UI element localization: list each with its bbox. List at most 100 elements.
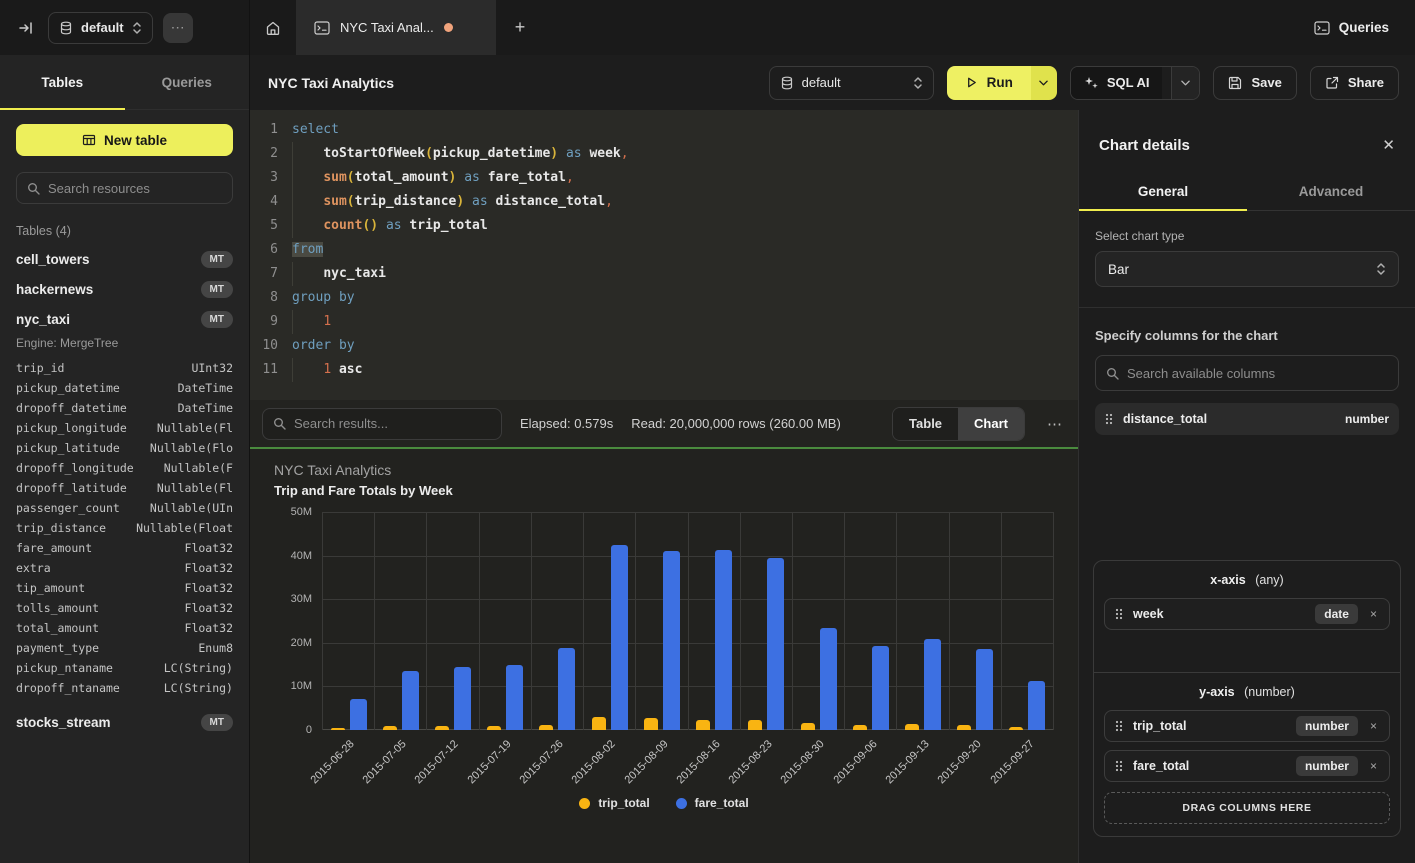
column-row[interactable]: pickup_longitude Nullable(Fl — [16, 418, 233, 438]
column-row[interactable]: extra Float32 — [16, 558, 233, 578]
x-tick-label: 2015-06-28 — [308, 738, 356, 786]
code-line[interactable]: 6 from — [250, 238, 1078, 262]
column-row[interactable]: dropoff_latitude Nullable(Fl — [16, 478, 233, 498]
column-row[interactable]: dropoff_datetime DateTime — [16, 398, 233, 418]
tab-nyc-taxi-analytics[interactable]: NYC Taxi Anal... — [296, 0, 496, 55]
line-number: 4 — [250, 190, 278, 214]
column-row[interactable]: passenger_count Nullable(UIn — [16, 498, 233, 518]
collapse-sidebar-button[interactable] — [14, 16, 38, 40]
column-row[interactable]: trip_id UInt32 — [16, 358, 233, 378]
columns-label: Specify columns for the chart — [1095, 328, 1399, 343]
column-row[interactable]: total_amount Float32 — [16, 618, 233, 638]
code-line[interactable]: 5 count() as trip_total — [250, 214, 1078, 238]
chart-panel: NYC Taxi Analytics Trip and Fare Totals … — [250, 447, 1078, 863]
sidebar-tab-tables[interactable]: Tables — [0, 55, 125, 109]
share-button[interactable]: Share — [1310, 66, 1399, 100]
search-icon — [1106, 367, 1119, 380]
database-icon — [59, 21, 73, 35]
code-line[interactable]: 11 1 asc — [250, 358, 1078, 382]
code-line[interactable]: 7 nyc_taxi — [250, 262, 1078, 286]
close-icon[interactable]: ✕ — [1382, 136, 1395, 154]
code-line[interactable]: 3 sum(total_amount) as fare_total, — [250, 166, 1078, 190]
column-row[interactable]: dropoff_ntaname LC(String) — [16, 678, 233, 698]
y-tick-label: 50M — [291, 506, 312, 518]
sql-ai-split-button: SQL AI — [1070, 66, 1201, 100]
unsaved-dot-icon — [444, 23, 453, 32]
sql-editor[interactable]: 1 select 2 toStartOfWeek(pickup_datetime… — [250, 110, 1078, 400]
view-toggle: Table Chart — [892, 407, 1025, 441]
home-button[interactable] — [250, 0, 296, 55]
code-line[interactable]: 2 toStartOfWeek(pickup_datetime) as week… — [250, 142, 1078, 166]
tab-advanced[interactable]: Advanced — [1247, 172, 1415, 210]
code-line[interactable]: 1 select — [250, 118, 1078, 142]
drop-zone[interactable]: DRAG COLUMNS HERE — [1104, 792, 1390, 824]
column-row[interactable]: tolls_amount Float32 — [16, 598, 233, 618]
column-chip-distance_total[interactable]: distance_total number — [1095, 403, 1399, 435]
column-row[interactable]: tip_amount Float32 — [16, 578, 233, 598]
sidebar-item-hackernews[interactable]: hackernews MT — [16, 281, 233, 298]
terminal-icon — [314, 21, 330, 35]
remove-icon[interactable]: × — [1368, 607, 1379, 621]
run-database-selector[interactable]: default — [769, 66, 934, 100]
engine-badge: MT — [201, 714, 233, 731]
remove-icon[interactable]: × — [1368, 719, 1379, 733]
panel-title: Chart details — [1099, 137, 1190, 154]
save-button[interactable]: Save — [1213, 66, 1296, 100]
bar-fare_total — [976, 649, 993, 730]
column-row[interactable]: pickup_datetime DateTime — [16, 378, 233, 398]
chart-title: NYC Taxi Analytics — [274, 462, 1054, 478]
column-row[interactable]: fare_amount Float32 — [16, 538, 233, 558]
sidebar-tab-queries[interactable]: Queries — [125, 55, 250, 109]
chart-column — [792, 512, 844, 730]
column-chip-week[interactable]: week date × — [1104, 598, 1390, 630]
code-line[interactable]: 9 1 — [250, 310, 1078, 334]
view-table-button[interactable]: Table — [893, 408, 958, 440]
run-button[interactable]: Run — [947, 66, 1031, 100]
database-selector[interactable]: default — [48, 12, 153, 44]
queries-button[interactable]: Queries — [1314, 20, 1389, 35]
column-row[interactable]: pickup_ntaname LC(String) — [16, 658, 233, 678]
queries-icon — [1314, 21, 1330, 35]
new-table-button[interactable]: New table — [16, 124, 233, 156]
legend-item[interactable]: fare_total — [676, 796, 749, 810]
sql-ai-options-button[interactable] — [1171, 67, 1199, 99]
search-icon — [273, 417, 286, 430]
sql-ai-button[interactable]: SQL AI — [1071, 67, 1163, 99]
sidebar-item-cell-towers[interactable]: cell_towers MT — [16, 251, 233, 268]
column-list: trip_id UInt32 pickup_datetime DateTime … — [16, 358, 233, 698]
chart-column — [583, 512, 635, 730]
line-number: 10 — [250, 334, 278, 358]
view-chart-button[interactable]: Chart — [958, 408, 1024, 440]
sidebar-item-stocks-stream[interactable]: stocks_stream MT — [16, 714, 233, 731]
sidebar-item-nyc-taxi[interactable]: nyc_taxi MT — [16, 311, 233, 328]
y-axis-items: trip_total number × fare_total number × — [1104, 710, 1390, 782]
line-number: 6 — [250, 238, 278, 262]
column-row[interactable]: pickup_latitude Nullable(Flo — [16, 438, 233, 458]
chart-plot — [322, 512, 1054, 730]
code-line[interactable]: 10 order by — [250, 334, 1078, 358]
chart-type-select[interactable]: Bar — [1095, 251, 1399, 287]
results-toolbar: Elapsed: 0.579s Read: 20,000,000 rows (2… — [250, 400, 1078, 447]
database-more-button[interactable]: ⋯ — [163, 13, 193, 43]
column-row[interactable]: trip_distance Nullable(Float — [16, 518, 233, 538]
sidebar-search-input[interactable] — [48, 181, 224, 196]
code-line[interactable]: 4 sum(trip_distance) as distance_total, — [250, 190, 1078, 214]
save-icon — [1228, 76, 1242, 90]
column-row[interactable]: payment_type Enum8 — [16, 638, 233, 658]
columns-search-input[interactable] — [1127, 366, 1388, 381]
legend-item[interactable]: trip_total — [579, 796, 649, 810]
drag-handle-icon — [1105, 413, 1113, 425]
results-more-button[interactable]: ⋯ — [1043, 415, 1066, 433]
column-chip-trip_total[interactable]: trip_total number × — [1104, 710, 1390, 742]
run-options-button[interactable] — [1031, 66, 1057, 100]
results-search-input[interactable] — [294, 416, 491, 431]
tab-general[interactable]: General — [1079, 172, 1247, 210]
tables-header: Tables (4) — [16, 224, 233, 238]
code-line[interactable]: 8 group by — [250, 286, 1078, 310]
remove-icon[interactable]: × — [1368, 759, 1379, 773]
new-tab-button[interactable]: + — [496, 0, 544, 55]
legend-dot-icon — [676, 798, 687, 809]
column-row[interactable]: dropoff_longitude Nullable(F — [16, 458, 233, 478]
column-chip-fare_total[interactable]: fare_total number × — [1104, 750, 1390, 782]
top-bar-right: Queries — [1314, 0, 1415, 55]
